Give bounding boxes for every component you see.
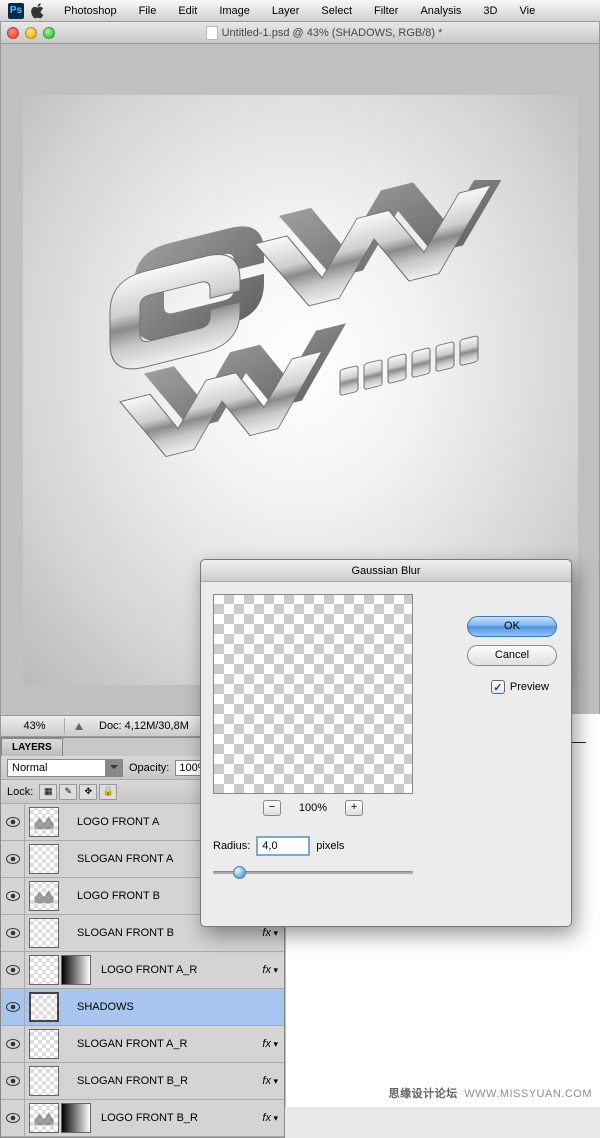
layer-name[interactable]: SLOGAN FRONT A_R — [71, 1038, 244, 1050]
menu-view[interactable]: Vie — [509, 3, 545, 19]
apple-logo-icon — [30, 3, 46, 19]
visibility-toggle[interactable] — [1, 915, 25, 951]
lock-position-icon[interactable]: ✥ — [79, 784, 97, 800]
layer-thumbnail[interactable] — [29, 807, 59, 837]
visibility-toggle[interactable] — [1, 1026, 25, 1062]
blend-mode-select[interactable]: Normal — [7, 759, 123, 777]
filter-preview[interactable] — [213, 594, 413, 794]
layer-name[interactable]: LOGO FRONT B_R — [95, 1112, 244, 1124]
visibility-toggle[interactable] — [1, 952, 25, 988]
layer-name[interactable]: SLOGAN FRONT B — [71, 927, 244, 939]
lock-transparency-icon[interactable]: ▦ — [39, 784, 57, 800]
fx-indicator[interactable]: fx — [244, 927, 284, 939]
window-title: Untitled-1.psd @ 43% (SHADOWS, RGB/8) * — [55, 26, 593, 40]
slider-thumb[interactable] — [233, 866, 246, 879]
layer-row[interactable]: LOGO FRONT B_Rfx — [1, 1100, 284, 1137]
mask-thumbnail[interactable] — [61, 955, 91, 985]
status-popup-icon[interactable] — [73, 720, 85, 732]
radius-label: Radius: — [213, 840, 250, 852]
menu-analysis[interactable]: Analysis — [410, 3, 471, 19]
layer-row[interactable]: SLOGAN FRONT A_Rfx — [1, 1026, 284, 1063]
lock-all-icon[interactable]: 🔒 — [99, 784, 117, 800]
layer-row[interactable]: SHADOWS — [1, 989, 284, 1026]
layer-thumbnails — [25, 844, 71, 874]
layer-thumbnails — [25, 955, 95, 985]
document-icon — [206, 26, 218, 40]
visibility-toggle[interactable] — [1, 841, 25, 877]
menu-file[interactable]: File — [129, 3, 167, 19]
watermark: 思缘设计论坛 WWW.MISSYUAN.COM — [389, 1085, 592, 1101]
preview-checkbox[interactable]: ✓ — [491, 680, 505, 694]
layer-thumbnails — [25, 881, 71, 911]
menu-image[interactable]: Image — [209, 3, 260, 19]
menu-edit[interactable]: Edit — [168, 3, 207, 19]
photoshop-app-icon: Ps — [8, 3, 24, 19]
mask-thumbnail[interactable] — [61, 1103, 91, 1133]
layer-name[interactable]: LOGO FRONT A_R — [95, 964, 244, 976]
cancel-button[interactable]: Cancel — [467, 645, 557, 666]
radius-row: Radius: pixels — [213, 836, 559, 856]
fx-indicator[interactable]: fx — [244, 1112, 284, 1124]
visibility-toggle[interactable] — [1, 989, 25, 1025]
radius-unit: pixels — [316, 840, 344, 852]
fx-indicator[interactable]: fx — [244, 1075, 284, 1087]
preview-zoom-controls: − 100% + — [213, 800, 413, 816]
layer-thumbnail[interactable] — [29, 1103, 59, 1133]
preview-label: Preview — [510, 681, 549, 693]
visibility-toggle[interactable] — [1, 804, 25, 840]
status-zoom[interactable]: 43% — [5, 718, 65, 734]
window-title-text: Untitled-1.psd @ 43% (SHADOWS, RGB/8) * — [222, 27, 443, 39]
lock-buttons: ▦ ✎ ✥ 🔒 — [39, 784, 117, 800]
zoom-in-button[interactable]: + — [345, 800, 363, 816]
layer-thumbnails — [25, 1103, 95, 1133]
opacity-label: Opacity: — [129, 762, 169, 774]
dialog-title: Gaussian Blur — [201, 560, 571, 582]
visibility-toggle[interactable] — [1, 1063, 25, 1099]
menubar: Ps Photoshop File Edit Image Layer Selec… — [0, 0, 600, 22]
menu-layer[interactable]: Layer — [262, 3, 310, 19]
menu-app[interactable]: Photoshop — [54, 3, 127, 19]
layer-thumbnail[interactable] — [29, 918, 59, 948]
radius-input[interactable] — [256, 836, 310, 856]
menu-filter[interactable]: Filter — [364, 3, 408, 19]
layers-tab[interactable]: LAYERS — [1, 738, 63, 756]
layer-thumbnails — [25, 1066, 71, 1096]
layer-thumbnail[interactable] — [29, 992, 59, 1022]
status-docsize: Doc: 4,12M/30,8M — [93, 720, 195, 732]
3d-logo-artwork — [50, 180, 550, 540]
zoom-out-button[interactable]: − — [263, 800, 281, 816]
fx-indicator[interactable]: fx — [244, 1038, 284, 1050]
zoom-window-icon[interactable] — [43, 27, 55, 39]
layer-thumbnail[interactable] — [29, 955, 59, 985]
visibility-toggle[interactable] — [1, 1100, 25, 1136]
layer-thumbnail[interactable] — [29, 881, 59, 911]
gaussian-blur-dialog: Gaussian Blur − 100% + Radius: pixels OK… — [200, 559, 572, 927]
lock-label: Lock: — [7, 786, 33, 798]
layer-thumbnail[interactable] — [29, 1066, 59, 1096]
fx-indicator[interactable]: fx — [244, 964, 284, 976]
layer-thumbnail[interactable] — [29, 1029, 59, 1059]
lock-pixels-icon[interactable]: ✎ — [59, 784, 77, 800]
preview-checkbox-row: ✓ Preview — [491, 680, 549, 694]
ok-button[interactable]: OK — [467, 616, 557, 637]
layer-thumbnails — [25, 807, 71, 837]
traffic-lights — [7, 27, 55, 39]
close-window-icon[interactable] — [7, 27, 19, 39]
layer-name[interactable]: SHADOWS — [71, 1001, 284, 1013]
layer-thumbnails — [25, 992, 71, 1022]
layer-row[interactable]: SLOGAN FRONT B_Rfx — [1, 1063, 284, 1100]
layer-thumbnails — [25, 918, 71, 948]
layer-row[interactable]: LOGO FRONT A_Rfx — [1, 952, 284, 989]
layer-thumbnail[interactable] — [29, 844, 59, 874]
layer-name[interactable]: SLOGAN FRONT B_R — [71, 1075, 244, 1087]
document-window-chrome: Untitled-1.psd @ 43% (SHADOWS, RGB/8) * — [0, 22, 600, 44]
layer-thumbnails — [25, 1029, 71, 1059]
menu-3d[interactable]: 3D — [473, 3, 507, 19]
visibility-toggle[interactable] — [1, 878, 25, 914]
minimize-window-icon[interactable] — [25, 27, 37, 39]
radius-slider[interactable] — [213, 864, 413, 880]
menu-select[interactable]: Select — [311, 3, 362, 19]
preview-zoom-value: 100% — [299, 802, 327, 814]
